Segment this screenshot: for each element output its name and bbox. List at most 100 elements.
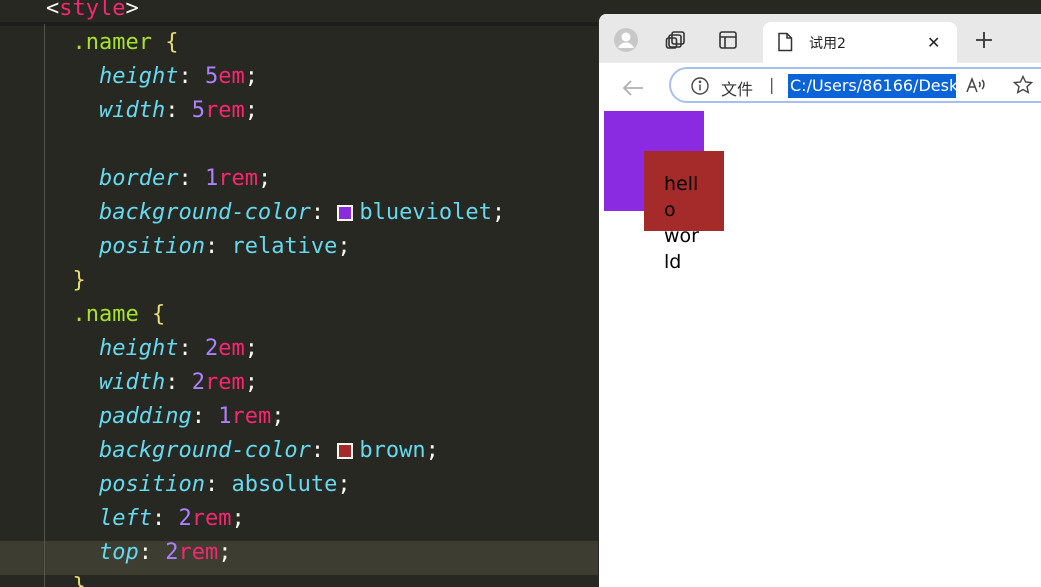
url-text-selected[interactable]: C:/Users/86166/Desk <box>788 74 956 98</box>
address-row: 文件 | C:/Users/86166/Desk <box>599 63 1041 160</box>
file-scheme-label: 文件 <box>721 80 754 99</box>
code-token: : <box>178 336 205 361</box>
code-token: 2 <box>165 540 179 565</box>
code-token: style <box>59 0 126 21</box>
code-line[interactable]: .name { <box>46 298 165 332</box>
code-token: : <box>310 438 338 463</box>
tab-close-icon[interactable]: ✕ <box>927 33 940 52</box>
code-line[interactable]: top: 2rem; <box>46 536 232 570</box>
browser-window: 试用2 ✕ 文件 | C:/Users/86166/Desk hello wor… <box>598 14 1041 587</box>
code-token: height <box>46 64 179 89</box>
code-token: em <box>218 336 245 361</box>
code-token: : <box>204 472 232 497</box>
code-token: ; <box>425 438 439 463</box>
code-token: position <box>46 234 205 259</box>
code-token: .namer <box>46 30 166 55</box>
info-icon[interactable] <box>691 77 709 99</box>
code-token: border <box>46 166 179 191</box>
code-token: rem <box>191 506 232 531</box>
code-token: : <box>165 98 192 123</box>
code-editor[interactable]: <style> .namer { height: 5em; width: 5re… <box>0 0 600 587</box>
code-token: ; <box>271 404 285 429</box>
profile-avatar-icon[interactable] <box>613 27 639 53</box>
code-token: ; <box>257 166 272 191</box>
code-token: background-color <box>46 438 311 463</box>
back-arrow-icon[interactable] <box>619 74 647 102</box>
code-token: ; <box>244 64 258 89</box>
page-viewport: hello world <box>599 111 1041 587</box>
code-token: relative <box>231 234 338 259</box>
code-token: : <box>151 506 179 531</box>
code-token: absolute <box>231 472 338 497</box>
indent-guide <box>44 24 45 587</box>
code-line[interactable]: left: 2rem; <box>46 502 245 536</box>
code-token: 2 <box>204 336 219 361</box>
code-token: : <box>204 234 232 259</box>
code-token: 2 <box>178 506 192 531</box>
code-line[interactable]: width: 5rem; <box>46 94 258 128</box>
color-swatch[interactable] <box>337 205 354 221</box>
code-token: left <box>46 506 152 531</box>
code-token: position <box>46 472 205 497</box>
code-token: : <box>178 166 205 191</box>
code-token: } <box>46 574 86 587</box>
code-token: height <box>46 336 179 361</box>
code-token: width <box>46 98 166 123</box>
tab-active[interactable]: 试用2 ✕ <box>763 22 957 63</box>
code-token: : <box>191 404 219 429</box>
code-token: em <box>218 64 245 89</box>
code-token: : <box>165 370 192 395</box>
code-token: { <box>151 302 166 327</box>
code-token: ; <box>491 200 506 225</box>
tab-bar: 试用2 ✕ <box>599 14 1041 63</box>
code-token: ; <box>337 472 351 497</box>
code-token: 1 <box>204 166 219 191</box>
name-box: hello world <box>644 151 724 273</box>
code-token: rem <box>231 404 272 429</box>
code-token: rem <box>204 98 245 123</box>
code-token: > <box>125 0 139 21</box>
code-token: ; <box>244 98 258 123</box>
code-line[interactable]: position: absolute; <box>46 468 351 502</box>
code-token: rem <box>204 370 245 395</box>
code-token: ; <box>244 336 258 361</box>
code-token: : <box>310 200 338 225</box>
code-line[interactable]: } <box>46 264 86 298</box>
code-line[interactable]: } <box>46 570 86 587</box>
code-token: : <box>178 64 205 89</box>
code-token: 5 <box>204 64 219 89</box>
code-token: ; <box>231 506 245 531</box>
code-line[interactable]: .namer { <box>46 26 178 60</box>
code-line[interactable]: border: 1rem; <box>46 162 271 196</box>
code-token: 1 <box>218 404 232 429</box>
code-line[interactable]: height: 2em; <box>46 332 258 366</box>
address-separator: | <box>769 75 775 94</box>
box-text: hello world <box>664 173 699 273</box>
vertical-tabs-icon[interactable] <box>715 27 741 53</box>
new-tab-icon[interactable] <box>971 27 997 53</box>
code-token: ; <box>244 370 258 395</box>
code-token: 5 <box>191 98 205 123</box>
code-token: rem <box>178 540 219 565</box>
code-token: : <box>138 540 166 565</box>
collections-icon[interactable] <box>663 27 689 53</box>
code-token: width <box>46 370 166 395</box>
favorite-star-icon[interactable] <box>1012 74 1034 99</box>
code-token: } <box>46 268 86 293</box>
read-aloud-icon[interactable] <box>965 75 987 99</box>
color-swatch[interactable] <box>337 443 354 459</box>
code-token: background-color <box>46 200 311 225</box>
code-line[interactable]: width: 2rem; <box>46 366 258 400</box>
code-line[interactable]: position: relative; <box>46 230 351 264</box>
code-token: < <box>46 0 60 21</box>
code-line[interactable]: <style> <box>46 0 139 26</box>
code-token: brown <box>359 438 426 463</box>
code-line[interactable]: background-color: brown; <box>46 434 439 468</box>
code-token: ; <box>218 540 232 565</box>
code-line[interactable]: background-color: blueviolet; <box>46 196 505 230</box>
code-token: 2 <box>191 370 205 395</box>
address-bar[interactable]: 文件 | C:/Users/86166/Desk <box>669 67 1041 103</box>
code-line[interactable]: padding: 1rem; <box>46 400 284 434</box>
code-line[interactable]: height: 5em; <box>46 60 258 94</box>
code-token: top <box>46 540 139 565</box>
